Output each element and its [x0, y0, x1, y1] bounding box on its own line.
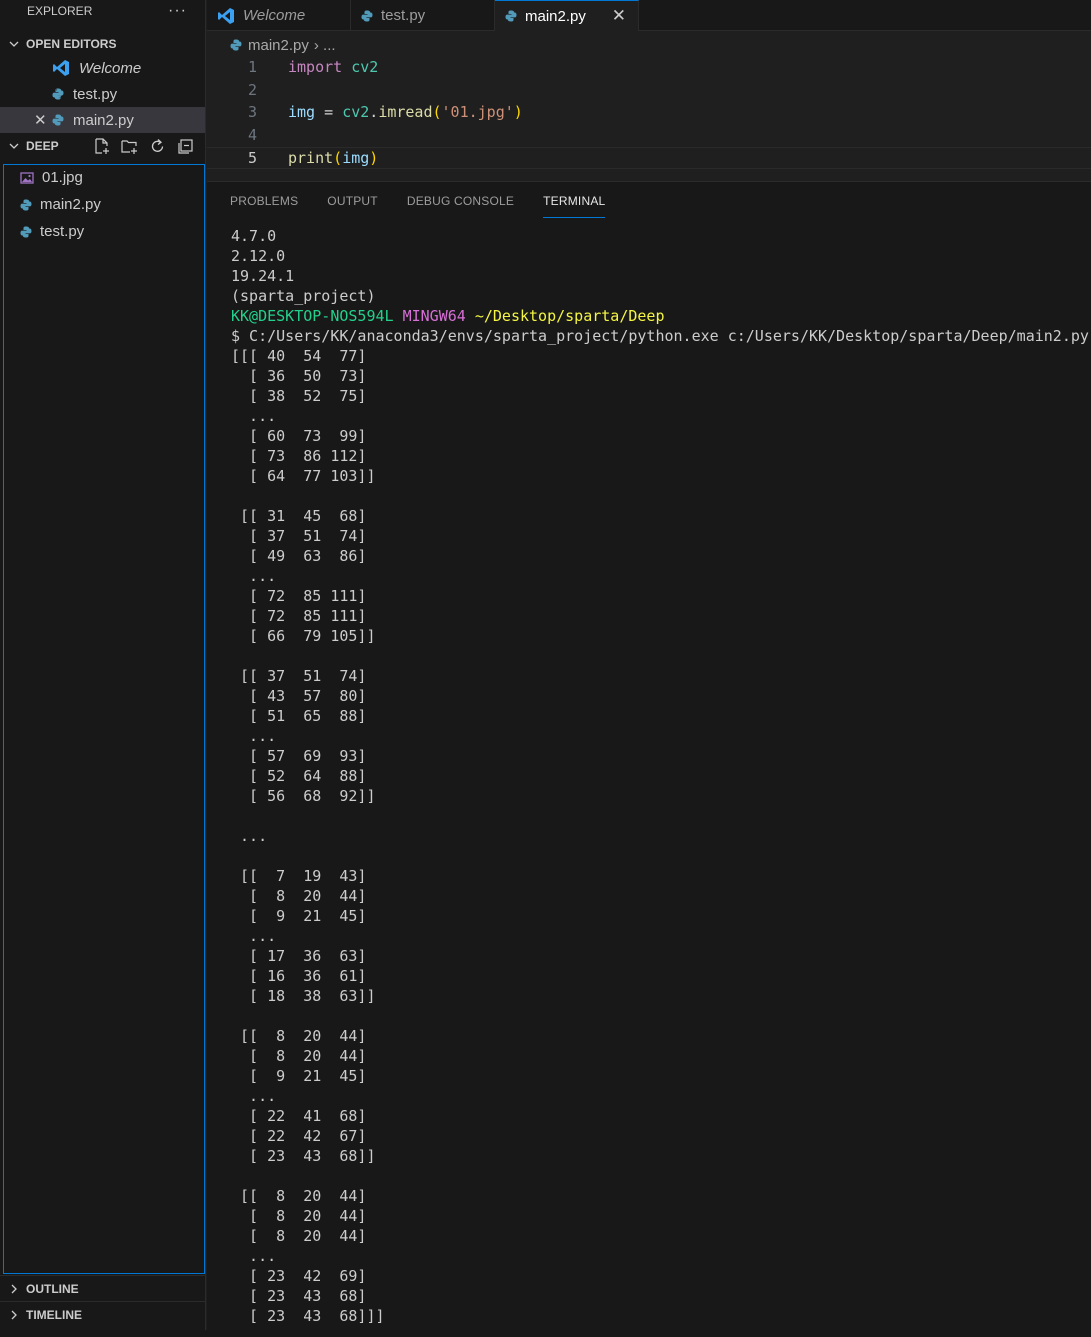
collapse-all-icon[interactable]: [176, 137, 195, 156]
python-icon: [20, 199, 32, 210]
python-icon: [505, 10, 517, 22]
terminal-command: $ C:/Users/KK/anaconda3/envs/sparta_proj…: [231, 327, 1089, 345]
bottom-panel: PROBLEMS OUTPUT DEBUG CONSOLE TERMINAL 4…: [207, 181, 1091, 1337]
python-icon: [20, 226, 32, 237]
code-line-2: 2: [207, 79, 1091, 101]
terminal-pre-lines: 4.7.0 2.12.0 19.24.1 (sparta_project): [231, 227, 376, 305]
folder-header-deep[interactable]: DEEP: [0, 133, 205, 159]
module-name: cv2: [351, 58, 379, 76]
folder-actions: [92, 137, 195, 156]
function-name: imread: [378, 103, 433, 121]
status-bar: [0, 1330, 1091, 1337]
open-editor-welcome[interactable]: Welcome: [0, 55, 205, 81]
open-editors-header[interactable]: OPEN EDITORS: [0, 33, 205, 55]
tree-item-label: main2.py: [40, 196, 101, 213]
keyword-import: import: [288, 58, 343, 76]
terminal-output[interactable]: 4.7.0 2.12.0 19.24.1 (sparta_project) KK@…: [231, 226, 1091, 1326]
line-number: 1: [247, 58, 257, 76]
tree-item-main2-py[interactable]: main2.py: [4, 191, 204, 218]
variable: img: [288, 103, 316, 121]
tab-terminal[interactable]: TERMINAL: [543, 182, 606, 220]
close-icon[interactable]: ✕: [34, 111, 47, 129]
explorer-title: EXPLORER: [27, 4, 93, 18]
chevron-right-icon: [11, 1310, 17, 1319]
tab-output[interactable]: OUTPUT: [327, 182, 378, 220]
timeline-label: TIMELINE: [26, 1307, 82, 1322]
prompt-shell: MINGW64: [402, 307, 466, 325]
terminal-prompt: KK@DESKTOP-NOS594L MINGW64 ~/Desktop/spa…: [231, 306, 1091, 326]
open-editor-label: Welcome: [79, 59, 142, 77]
image-file-icon: [20, 171, 34, 184]
line-number: 3: [247, 103, 257, 121]
prompt-user: KK@DESKTOP-NOS594L: [231, 307, 394, 325]
tab-label: main2.py: [525, 7, 586, 25]
tab-label: Welcome: [243, 7, 306, 24]
tab-problems[interactable]: PROBLEMS: [230, 182, 298, 220]
chevron-down-icon: [9, 41, 19, 47]
tree-item-label: 01.jpg: [42, 169, 83, 186]
tree-item-01-jpg[interactable]: 01.jpg: [4, 164, 204, 191]
chevron-right-icon: [11, 1284, 17, 1293]
folder-label: DEEP: [26, 139, 59, 153]
explorer-header: EXPLORER ···: [0, 0, 205, 22]
open-editors-label: OPEN EDITORS: [26, 37, 117, 51]
line-number: 4: [247, 126, 257, 144]
outline-section-header[interactable]: OUTLINE: [0, 1275, 206, 1301]
more-actions-icon[interactable]: ···: [168, 3, 187, 19]
code-line-5: 5 print(img): [207, 147, 1091, 169]
line-number: 2: [247, 81, 257, 99]
explorer-sidebar: EXPLORER ··· OPEN EDITORS Welcome test.p…: [0, 0, 206, 1337]
paren-open: (: [432, 103, 442, 121]
tab-welcome[interactable]: Welcome: [207, 0, 351, 31]
paren-open: (: [333, 149, 343, 167]
terminal-array-output: [[[ 40 54 77] [ 36 50 73] [ 38 52 75] ..…: [231, 347, 385, 1325]
tab-label: test.py: [381, 7, 426, 24]
operator: =: [315, 103, 343, 121]
tree-item-label: test.py: [40, 223, 85, 240]
breadcrumb: main2.py › ...: [230, 35, 336, 55]
tab-main2-py[interactable]: main2.py ✕: [495, 0, 639, 31]
editor-tabs: Welcome test.py main2.py ✕: [207, 0, 1091, 31]
dot: .: [369, 103, 379, 121]
paren-close: ): [369, 149, 379, 167]
python-icon: [52, 114, 64, 126]
new-file-icon[interactable]: [92, 137, 111, 156]
outline-label: OUTLINE: [26, 1281, 79, 1296]
variable: img: [342, 149, 370, 167]
tab-debug-console[interactable]: DEBUG CONSOLE: [407, 182, 514, 220]
paren-close: ): [513, 103, 523, 121]
code-line-1: 1 import cv2: [207, 56, 1091, 78]
file-tree: 01.jpg main2.py test.py: [3, 164, 205, 1274]
close-icon[interactable]: ✕: [612, 6, 626, 26]
open-editor-label: test.py: [73, 85, 118, 103]
timeline-section-header[interactable]: TIMELINE: [0, 1301, 206, 1327]
string-literal: '01.jpg': [441, 103, 514, 121]
code-editor[interactable]: 1 import cv2 2 3 img = cv2.imread('01.jp…: [207, 56, 1091, 180]
python-icon: [52, 88, 64, 100]
breadcrumb-file[interactable]: main2.py: [248, 37, 309, 54]
tree-item-test-py[interactable]: test.py: [4, 218, 204, 245]
open-editor-main2-py[interactable]: ✕ main2.py: [0, 107, 205, 133]
open-editor-test-py[interactable]: test.py: [0, 81, 205, 107]
tab-test-py[interactable]: test.py: [351, 0, 495, 31]
refresh-icon[interactable]: [148, 137, 167, 156]
python-icon: [230, 39, 242, 51]
code-line-4: 4: [207, 124, 1091, 146]
python-icon: [361, 10, 373, 21]
line-number: 5: [247, 149, 257, 167]
chevron-down-icon: [9, 143, 19, 149]
module-name: cv2: [342, 103, 370, 121]
vscode-icon: [218, 7, 234, 24]
open-editor-label: main2.py: [73, 111, 134, 129]
code-line-3: 3 img = cv2.imread('01.jpg'): [207, 101, 1091, 123]
breadcrumb-rest[interactable]: › ...: [314, 37, 336, 54]
prompt-path: ~/Desktop/sparta/Deep: [474, 307, 665, 325]
function-name: print: [288, 149, 334, 167]
vscode-icon: [53, 60, 69, 76]
new-folder-icon[interactable]: [120, 137, 139, 156]
panel-tabs: PROBLEMS OUTPUT DEBUG CONSOLE TERMINAL: [207, 182, 1091, 220]
